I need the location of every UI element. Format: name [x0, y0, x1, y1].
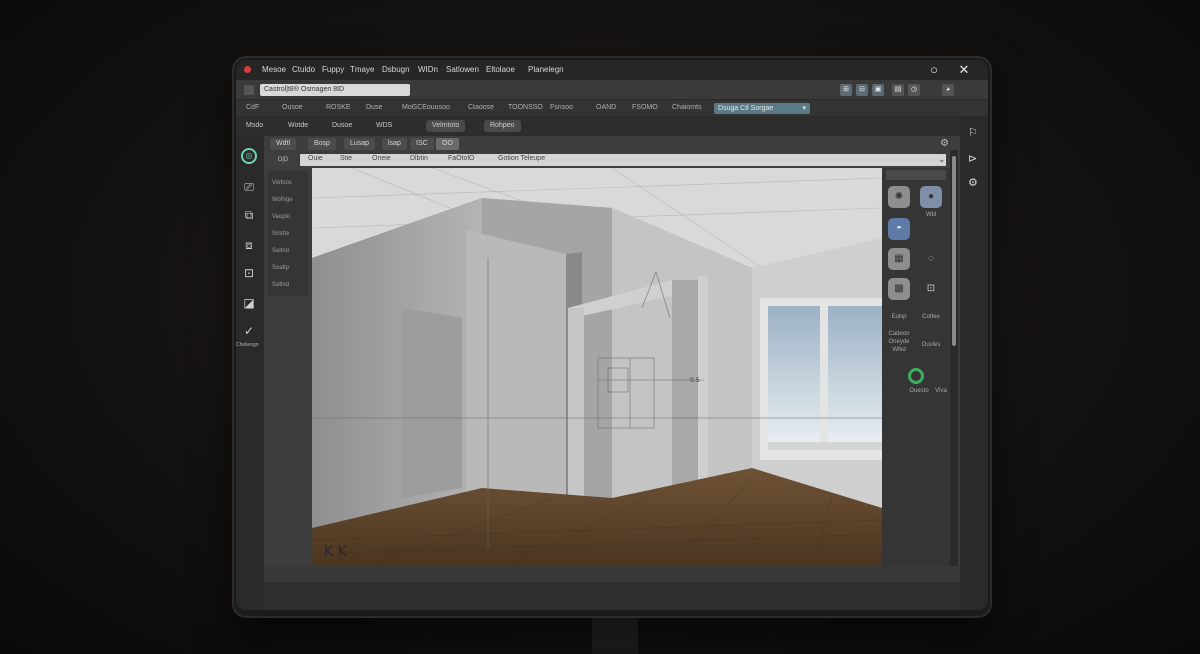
settings-gear-icon[interactable]: ⚙	[940, 138, 949, 149]
left-icon-caption: Chelieogn	[236, 342, 259, 348]
view-option[interactable]: Gotion Teleupe	[498, 155, 545, 162]
outline-item[interactable]: Saltnd	[272, 248, 289, 254]
view-toggle[interactable]: O|D	[268, 154, 298, 166]
menu2-item[interactable]: FSOMO	[632, 104, 658, 111]
view-option[interactable]: FaOtolO	[448, 155, 474, 162]
monitor-stand	[592, 616, 638, 654]
menu3-item[interactable]: Msdo	[246, 122, 263, 129]
tab[interactable]: Lusap	[344, 138, 376, 150]
outline-item[interactable]: Soaltp	[272, 265, 289, 271]
gear-icon[interactable]: ⚙	[968, 176, 978, 189]
view-option[interactable]: Stie	[340, 155, 352, 162]
camera-icon[interactable]: ⊡	[240, 264, 258, 282]
check-icon[interactable]: ✓	[240, 322, 258, 340]
menu-item-8[interactable]: Eltolaoe	[486, 65, 515, 74]
room-render: K K 0.5	[312, 168, 882, 566]
monitor-icon[interactable]: ⎚	[240, 178, 258, 196]
panel-label: Cottee	[922, 314, 940, 320]
menu-item-4[interactable]: Tmaye	[350, 65, 374, 74]
panel-label: Wbl	[925, 212, 937, 218]
tab[interactable]: Bosp	[308, 138, 336, 150]
menu3-item[interactable]: Dusoe	[332, 122, 352, 129]
menu-item-5[interactable]: Dsbugn	[382, 65, 410, 74]
tab[interactable]: ISC	[410, 138, 434, 150]
close-icon[interactable]: ✕	[956, 62, 972, 78]
plan-button[interactable]: ▦	[888, 248, 910, 270]
profile-button[interactable]: ●	[920, 186, 942, 208]
tool-pill[interactable]: Rohpeo	[484, 120, 521, 132]
tool-pill[interactable]: Velmtoto	[426, 120, 466, 132]
menu-item-9[interactable]: Planelegn	[528, 65, 564, 74]
panel-label: Ouvles	[921, 342, 941, 348]
tab-active[interactable]: OO	[436, 138, 459, 150]
toolbar-layout-button[interactable]: ▤	[892, 84, 904, 96]
toolbar-frame-button[interactable]: ▣	[872, 84, 884, 96]
view-option[interactable]: Dlbtin	[410, 155, 428, 162]
copy-icon[interactable]: ⧈	[240, 236, 258, 254]
toolbar-clock-button[interactable]: ◷	[908, 84, 920, 96]
panel-label: Eolsp	[891, 314, 907, 320]
menu2-item[interactable]: OAND	[596, 104, 616, 111]
menu2-item[interactable]: MoGCEouusoo	[402, 104, 450, 111]
address-field[interactable]: Castrol|t8® Osmagen 8ID	[260, 84, 410, 96]
chevron-down-icon: ▾	[802, 105, 806, 112]
toolbar-grid-button[interactable]: ⊞	[840, 84, 852, 96]
layers-icon[interactable]: ⧉	[240, 206, 258, 224]
3d-viewport[interactable]: K K 0.5	[312, 168, 882, 566]
scrollbar-thumb[interactable]	[952, 156, 956, 346]
menu2-item[interactable]: Ctaoose	[468, 104, 494, 111]
chevron-down-icon[interactable]: ⌄	[938, 154, 946, 165]
menu3-item[interactable]: Wotde	[288, 122, 308, 129]
panel-header	[886, 170, 946, 180]
note-icon[interactable]: ◪	[240, 294, 258, 312]
view-option[interactable]: Oneie	[372, 155, 391, 162]
toolbar-view-button[interactable]: ◕	[942, 84, 954, 96]
mode-dropdown-value: Dsuga Ctl Sorgae	[718, 105, 774, 112]
view-bar	[300, 154, 946, 166]
menu2-item[interactable]: Chaiomts	[672, 104, 702, 111]
monitor: Mesoe Ctuldo Fuppy Tmaye Dsbugn WIDn Sat…	[232, 56, 992, 618]
outline-item[interactable]: Viefoos	[272, 180, 292, 186]
menu-item-3[interactable]: Fuppy	[322, 65, 344, 74]
app-window: Mesoe Ctuldo Fuppy Tmaye Dsbugn WIDn Sat…	[236, 60, 988, 610]
flag-icon[interactable]: ⚐	[968, 126, 978, 139]
menu-item-1[interactable]: Mesoe	[262, 65, 286, 74]
status-strip	[264, 566, 960, 582]
maximize-icon[interactable]: ○	[926, 62, 942, 78]
sun-button[interactable]: ✺	[888, 186, 910, 208]
home-icon[interactable]: ◎	[241, 148, 257, 164]
viewport-corner-mark: K K	[324, 544, 348, 560]
title-bar	[236, 60, 988, 80]
dimension-label: 0.5	[690, 377, 700, 384]
menu2-item[interactable]: TOONSSO	[508, 104, 543, 111]
outline-item[interactable]: Sotdte	[272, 231, 289, 237]
cursor-icon[interactable]: ⊳	[968, 152, 977, 165]
right-toolbar	[960, 116, 988, 610]
outline-item[interactable]: Wofnge	[272, 197, 293, 203]
toolbar-split-button[interactable]: ⊟	[856, 84, 868, 96]
status-green-icon[interactable]	[908, 368, 924, 384]
texture-button[interactable]: ▩	[888, 278, 910, 300]
mode-dropdown[interactable]: Dsuga Ctl Sorgae ▾	[714, 103, 810, 114]
dome-button[interactable]: ◓	[888, 218, 910, 240]
tab[interactable]: Wdtl	[270, 138, 296, 150]
menu3-item[interactable]: WDS	[376, 122, 392, 129]
tab[interactable]: lsap	[382, 138, 407, 150]
menu2-item[interactable]: Fsnsoo	[550, 104, 573, 111]
image-button[interactable]: ⊡	[920, 278, 942, 300]
menu2-item[interactable]: Ousoe	[282, 104, 303, 111]
menu-item-6[interactable]: WIDn	[418, 65, 438, 74]
menu-item-2[interactable]: Ctuldo	[292, 65, 315, 74]
outline-item[interactable]: Satlnd	[272, 282, 289, 288]
menu2-item[interactable]: CdF	[246, 104, 259, 111]
menu2-item[interactable]: ROSKE	[326, 104, 351, 111]
rotate-button[interactable]: ◌	[920, 248, 942, 270]
menu-item-7[interactable]: Satlowen	[446, 65, 479, 74]
outline-item[interactable]: Vaoplo	[272, 214, 290, 220]
app-logo-icon	[244, 85, 254, 95]
record-dot-icon[interactable]	[244, 66, 251, 73]
panel-label: Cadeon Oneyde Wlkd	[888, 331, 910, 353]
menu2-item[interactable]: Duse	[366, 104, 382, 111]
view-option[interactable]: Ouie	[308, 155, 323, 162]
